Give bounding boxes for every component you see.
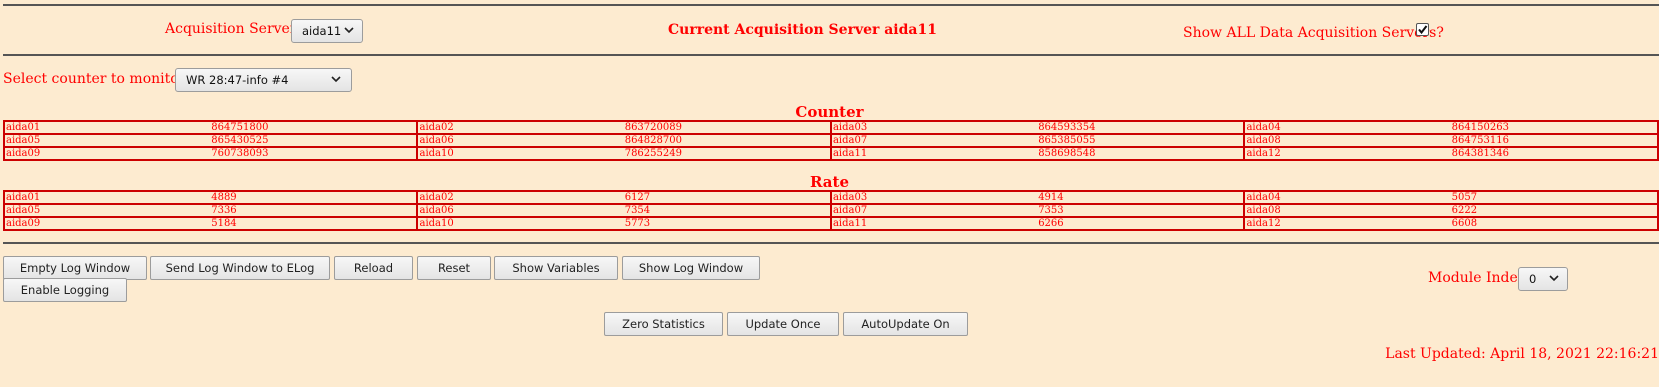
server-name-cell: aida04 <box>1243 190 1451 205</box>
value-cell: 864150263 <box>1450 120 1659 135</box>
show-all-servers-checkbox[interactable] <box>1416 23 1429 36</box>
acquisition-server-select[interactable]: aida11 <box>291 19 363 43</box>
rate-title: Rate <box>809 173 849 191</box>
server-name-cell: aida01 <box>2 190 211 205</box>
server-name-cell: aida01 <box>2 120 211 135</box>
tables-divider <box>3 242 1659 244</box>
current-server-title: Current Acquisition Server aida11 <box>668 22 937 38</box>
value-cell: 7353 <box>1037 203 1246 218</box>
value-cell: 5773 <box>623 216 832 231</box>
counter-select-label: Select counter to monitor <box>3 71 186 87</box>
server-name-cell: aida07 <box>829 203 1038 218</box>
server-name-cell: aida02 <box>416 120 624 135</box>
value-cell: 7336 <box>210 203 419 218</box>
value-cell: 6222 <box>1450 203 1659 218</box>
server-name-cell: aida11 <box>829 216 1038 231</box>
server-name-cell: aida03 <box>829 120 1038 135</box>
autoupdate-button[interactable]: AutoUpdate On <box>843 312 968 336</box>
chevron-down-icon <box>1549 275 1559 282</box>
value-cell: 864828700 <box>623 133 832 148</box>
value-cell: 6608 <box>1450 216 1659 231</box>
value-cell: 5057 <box>1450 190 1659 205</box>
table-row: aida09 5184 aida10 5773 aida11 6266 aida12 6608 <box>2 216 1659 231</box>
send-log-to-elog-button[interactable]: Send Log Window to ELog <box>150 256 330 280</box>
reload-button[interactable]: Reload <box>334 256 413 280</box>
value-cell: 864381346 <box>1450 146 1659 161</box>
table-row: aida05 7336 aida06 7354 aida07 7353 aida08 6222 <box>2 203 1659 218</box>
chevron-down-icon <box>331 76 341 83</box>
table-row: aida01 864751800 aida02 863720089 aida03 8645… <box>2 120 1659 135</box>
server-name-cell: aida06 <box>416 203 624 218</box>
last-updated-text: Last Updated: April 18, 2021 22:16:21 <box>1385 346 1659 362</box>
value-cell: 863720089 <box>623 120 832 135</box>
header-divider <box>3 54 1659 56</box>
module-index-value: 0 <box>1529 272 1537 286</box>
value-cell: 865430525 <box>210 133 419 148</box>
acquisition-server-value: aida11 <box>302 24 342 38</box>
server-name-cell: aida07 <box>829 133 1038 148</box>
server-name-cell: aida09 <box>2 216 211 231</box>
server-name-cell: aida06 <box>416 133 624 148</box>
server-name-cell: aida10 <box>416 216 624 231</box>
server-name-cell: aida10 <box>416 146 624 161</box>
value-cell: 5184 <box>210 216 419 231</box>
server-name-cell: aida04 <box>1243 120 1451 135</box>
value-cell: 865385055 <box>1037 133 1246 148</box>
value-cell: 6266 <box>1037 216 1246 231</box>
server-name-cell: aida03 <box>829 190 1038 205</box>
chevron-down-icon <box>344 27 354 34</box>
table-row: aida09 760738093 aida10 786255249 aida11 8586… <box>2 146 1659 161</box>
counter-table: aida01 864751800 aida02 863720089 aida03 8645… <box>2 120 1659 161</box>
value-cell: 858698548 <box>1037 146 1246 161</box>
zero-statistics-button[interactable]: Zero Statistics <box>604 312 723 336</box>
value-cell: 864593354 <box>1037 120 1246 135</box>
top-divider <box>3 4 1659 6</box>
enable-logging-button[interactable]: Enable Logging <box>3 278 127 302</box>
table-row: aida05 865430525 aida06 864828700 aida07 8653… <box>2 133 1659 148</box>
value-cell: 7354 <box>623 203 832 218</box>
server-name-cell: aida02 <box>416 190 624 205</box>
empty-log-window-button[interactable]: Empty Log Window <box>3 256 147 280</box>
server-name-cell: aida09 <box>2 146 211 161</box>
server-name-cell: aida12 <box>1243 216 1451 231</box>
value-cell: 786255249 <box>623 146 832 161</box>
value-cell: 4914 <box>1037 190 1246 205</box>
rate-table: aida01 4889 aida02 6127 aida03 4914 aida04 5057… <box>2 190 1659 231</box>
show-log-window-button[interactable]: Show Log Window <box>622 256 760 280</box>
server-name-cell: aida12 <box>1243 146 1451 161</box>
module-index-select[interactable]: 0 <box>1518 267 1568 291</box>
counter-title: Counter <box>795 103 864 121</box>
show-all-servers-label: Show ALL Data Acquisition Servers? <box>1183 25 1444 41</box>
counter-select-value: WR 28:47-info #4 <box>186 73 289 87</box>
module-index-label: Module Index <box>1428 270 1526 286</box>
server-name-cell: aida11 <box>829 146 1038 161</box>
checkmark-icon <box>1418 25 1428 35</box>
update-once-button[interactable]: Update Once <box>727 312 839 336</box>
server-name-cell: aida08 <box>1243 203 1451 218</box>
value-cell: 864753116 <box>1450 133 1659 148</box>
counter-select[interactable]: WR 28:47-info #4 <box>175 68 352 92</box>
server-name-cell: aida08 <box>1243 133 1451 148</box>
value-cell: 4889 <box>210 190 419 205</box>
show-variables-button[interactable]: Show Variables <box>494 256 618 280</box>
value-cell: 760738093 <box>210 146 419 161</box>
acquisition-servers-label: Acquisition Servers <box>165 21 304 37</box>
server-name-cell: aida05 <box>2 203 211 218</box>
reset-button[interactable]: Reset <box>417 256 491 280</box>
value-cell: 6127 <box>623 190 832 205</box>
server-name-cell: aida05 <box>2 133 211 148</box>
value-cell: 864751800 <box>210 120 419 135</box>
table-row: aida01 4889 aida02 6127 aida03 4914 aida04 5057 <box>2 190 1659 205</box>
